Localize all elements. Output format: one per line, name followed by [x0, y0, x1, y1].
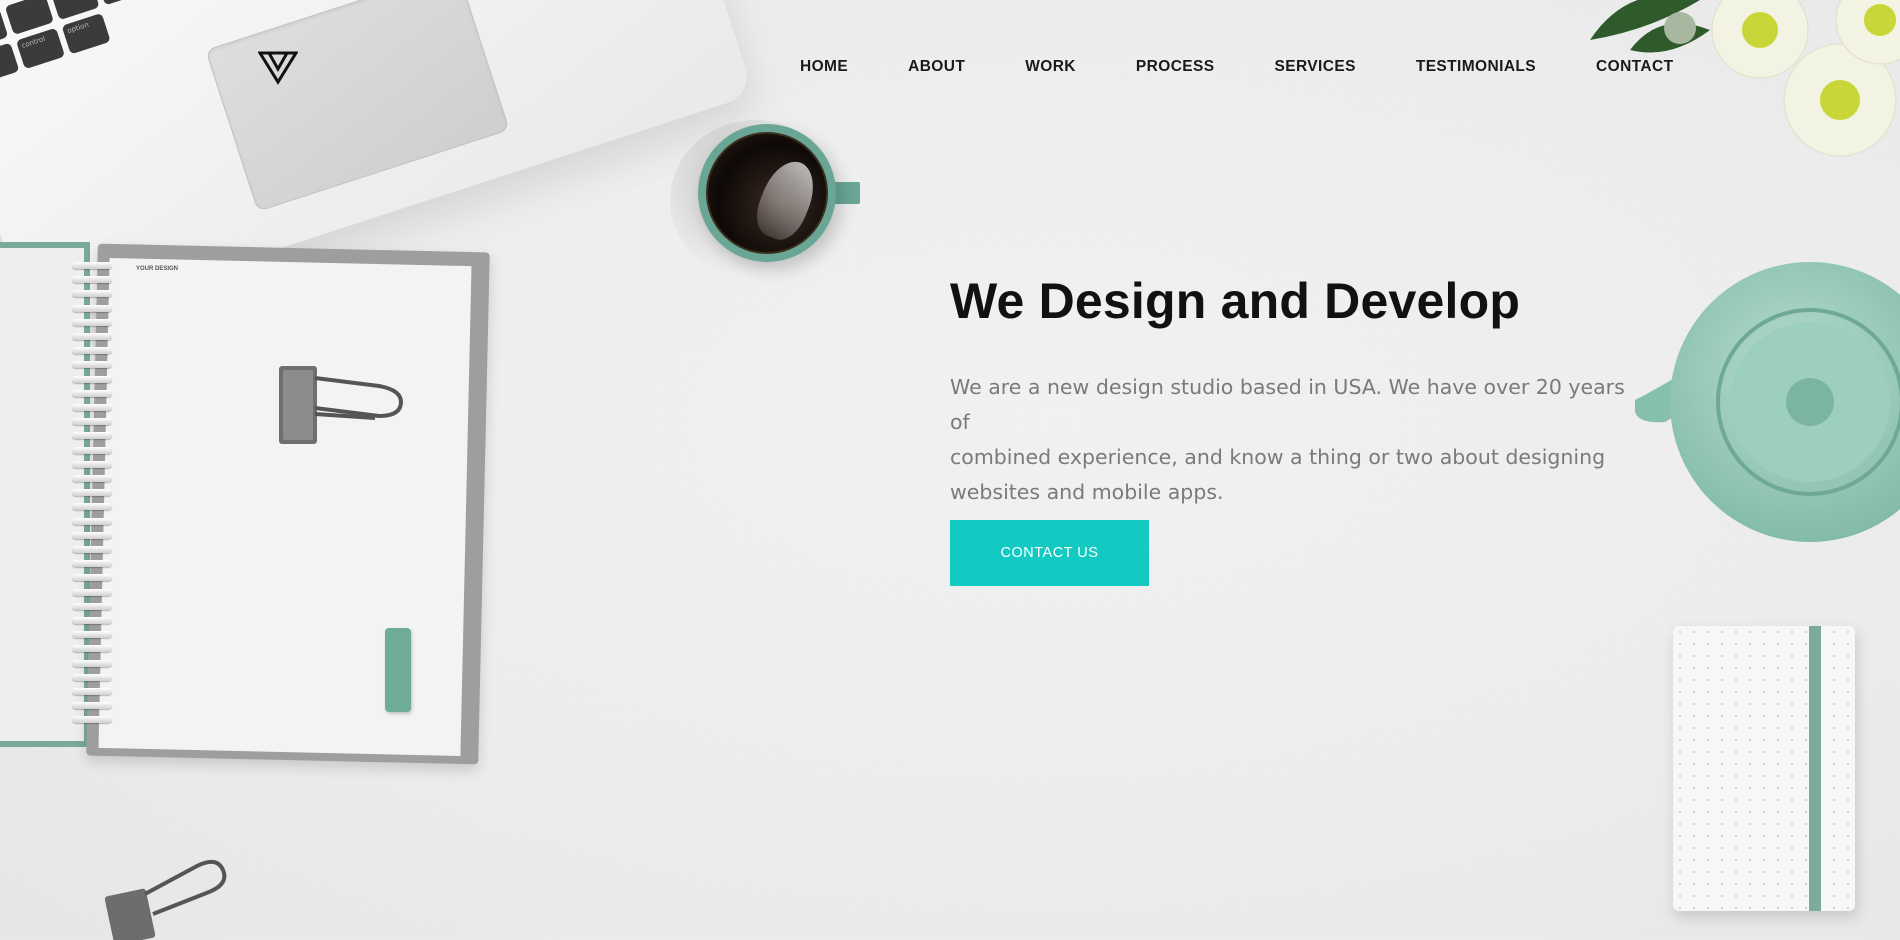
triangle-logo-icon [257, 51, 299, 85]
spiral-ring [72, 560, 112, 568]
spiral-ring [72, 460, 112, 468]
notebook-spiral [72, 262, 116, 732]
notebook-elastic-band [1809, 626, 1821, 911]
nav-services[interactable]: SERVICES [1275, 58, 1356, 76]
spiral-ring [72, 262, 112, 269]
hero-description-line: We are a new design studio based in USA.… [950, 375, 1625, 434]
spiral-ring [72, 716, 112, 724]
spiral-ring [72, 588, 112, 596]
nav-process[interactable]: PROCESS [1136, 58, 1215, 76]
key-command: command [96, 0, 159, 6]
spiral-ring [72, 432, 112, 440]
spiral-ring [72, 673, 112, 681]
spiral-ring [72, 418, 112, 426]
spiral-ring [72, 503, 112, 511]
spiral-ring [72, 531, 112, 539]
hero-description-line: combined experience, and know a thing or… [950, 445, 1606, 469]
spiral-ring [72, 489, 112, 497]
spiral-ring [72, 602, 112, 610]
spiral-ring [72, 631, 112, 639]
notebook-label: YOUR DESIGN [136, 266, 179, 272]
spiral-ring [72, 361, 112, 369]
spiral-ring [72, 617, 112, 624]
hero-description-line: websites and mobile apps. [950, 480, 1224, 504]
spiral-ring [72, 702, 112, 710]
spiral-ring [72, 375, 112, 383]
spiral-ring [72, 276, 112, 284]
nav-testimonials[interactable]: TESTIMONIALS [1416, 58, 1536, 76]
eraser [385, 628, 411, 712]
spiral-ring [72, 347, 112, 355]
spiral-ring [72, 318, 112, 326]
spiral-ring [72, 688, 112, 695]
nav-home[interactable]: HOME [800, 58, 848, 76]
spiral-ring [72, 517, 112, 525]
binder-clip-bottom-icon [105, 859, 227, 940]
spiral-ring [72, 404, 112, 411]
hero-description: We are a new design studio based in USA.… [950, 370, 1650, 510]
spiral-ring [72, 546, 112, 553]
brand-logo[interactable] [257, 50, 299, 86]
binder-clip-icon [279, 366, 404, 444]
spiral-ring [72, 574, 112, 582]
key-option: option [61, 12, 111, 55]
spiral-ring [72, 389, 112, 397]
nav-work[interactable]: WORK [1025, 58, 1076, 76]
dotted-notebook [1673, 626, 1855, 911]
teapot-icon [1635, 262, 1900, 542]
key-fn: fn [0, 42, 20, 85]
flowers-icon [1590, 0, 1900, 157]
spiral-ring [72, 290, 112, 298]
spiral-ring [72, 304, 112, 312]
cup-handle [832, 182, 860, 204]
contact-us-button[interactable]: CONTACT US [950, 520, 1149, 586]
spiral-ring [72, 333, 112, 340]
spiral-ring [72, 645, 112, 653]
spiral-ring [72, 659, 112, 667]
nav-about[interactable]: ABOUT [908, 58, 965, 76]
spiral-ring [72, 475, 112, 482]
hero-title: We Design and Develop [950, 273, 1521, 329]
key-control: control [15, 27, 66, 70]
notebook-page [98, 257, 472, 757]
spiral-ring [72, 446, 112, 454]
